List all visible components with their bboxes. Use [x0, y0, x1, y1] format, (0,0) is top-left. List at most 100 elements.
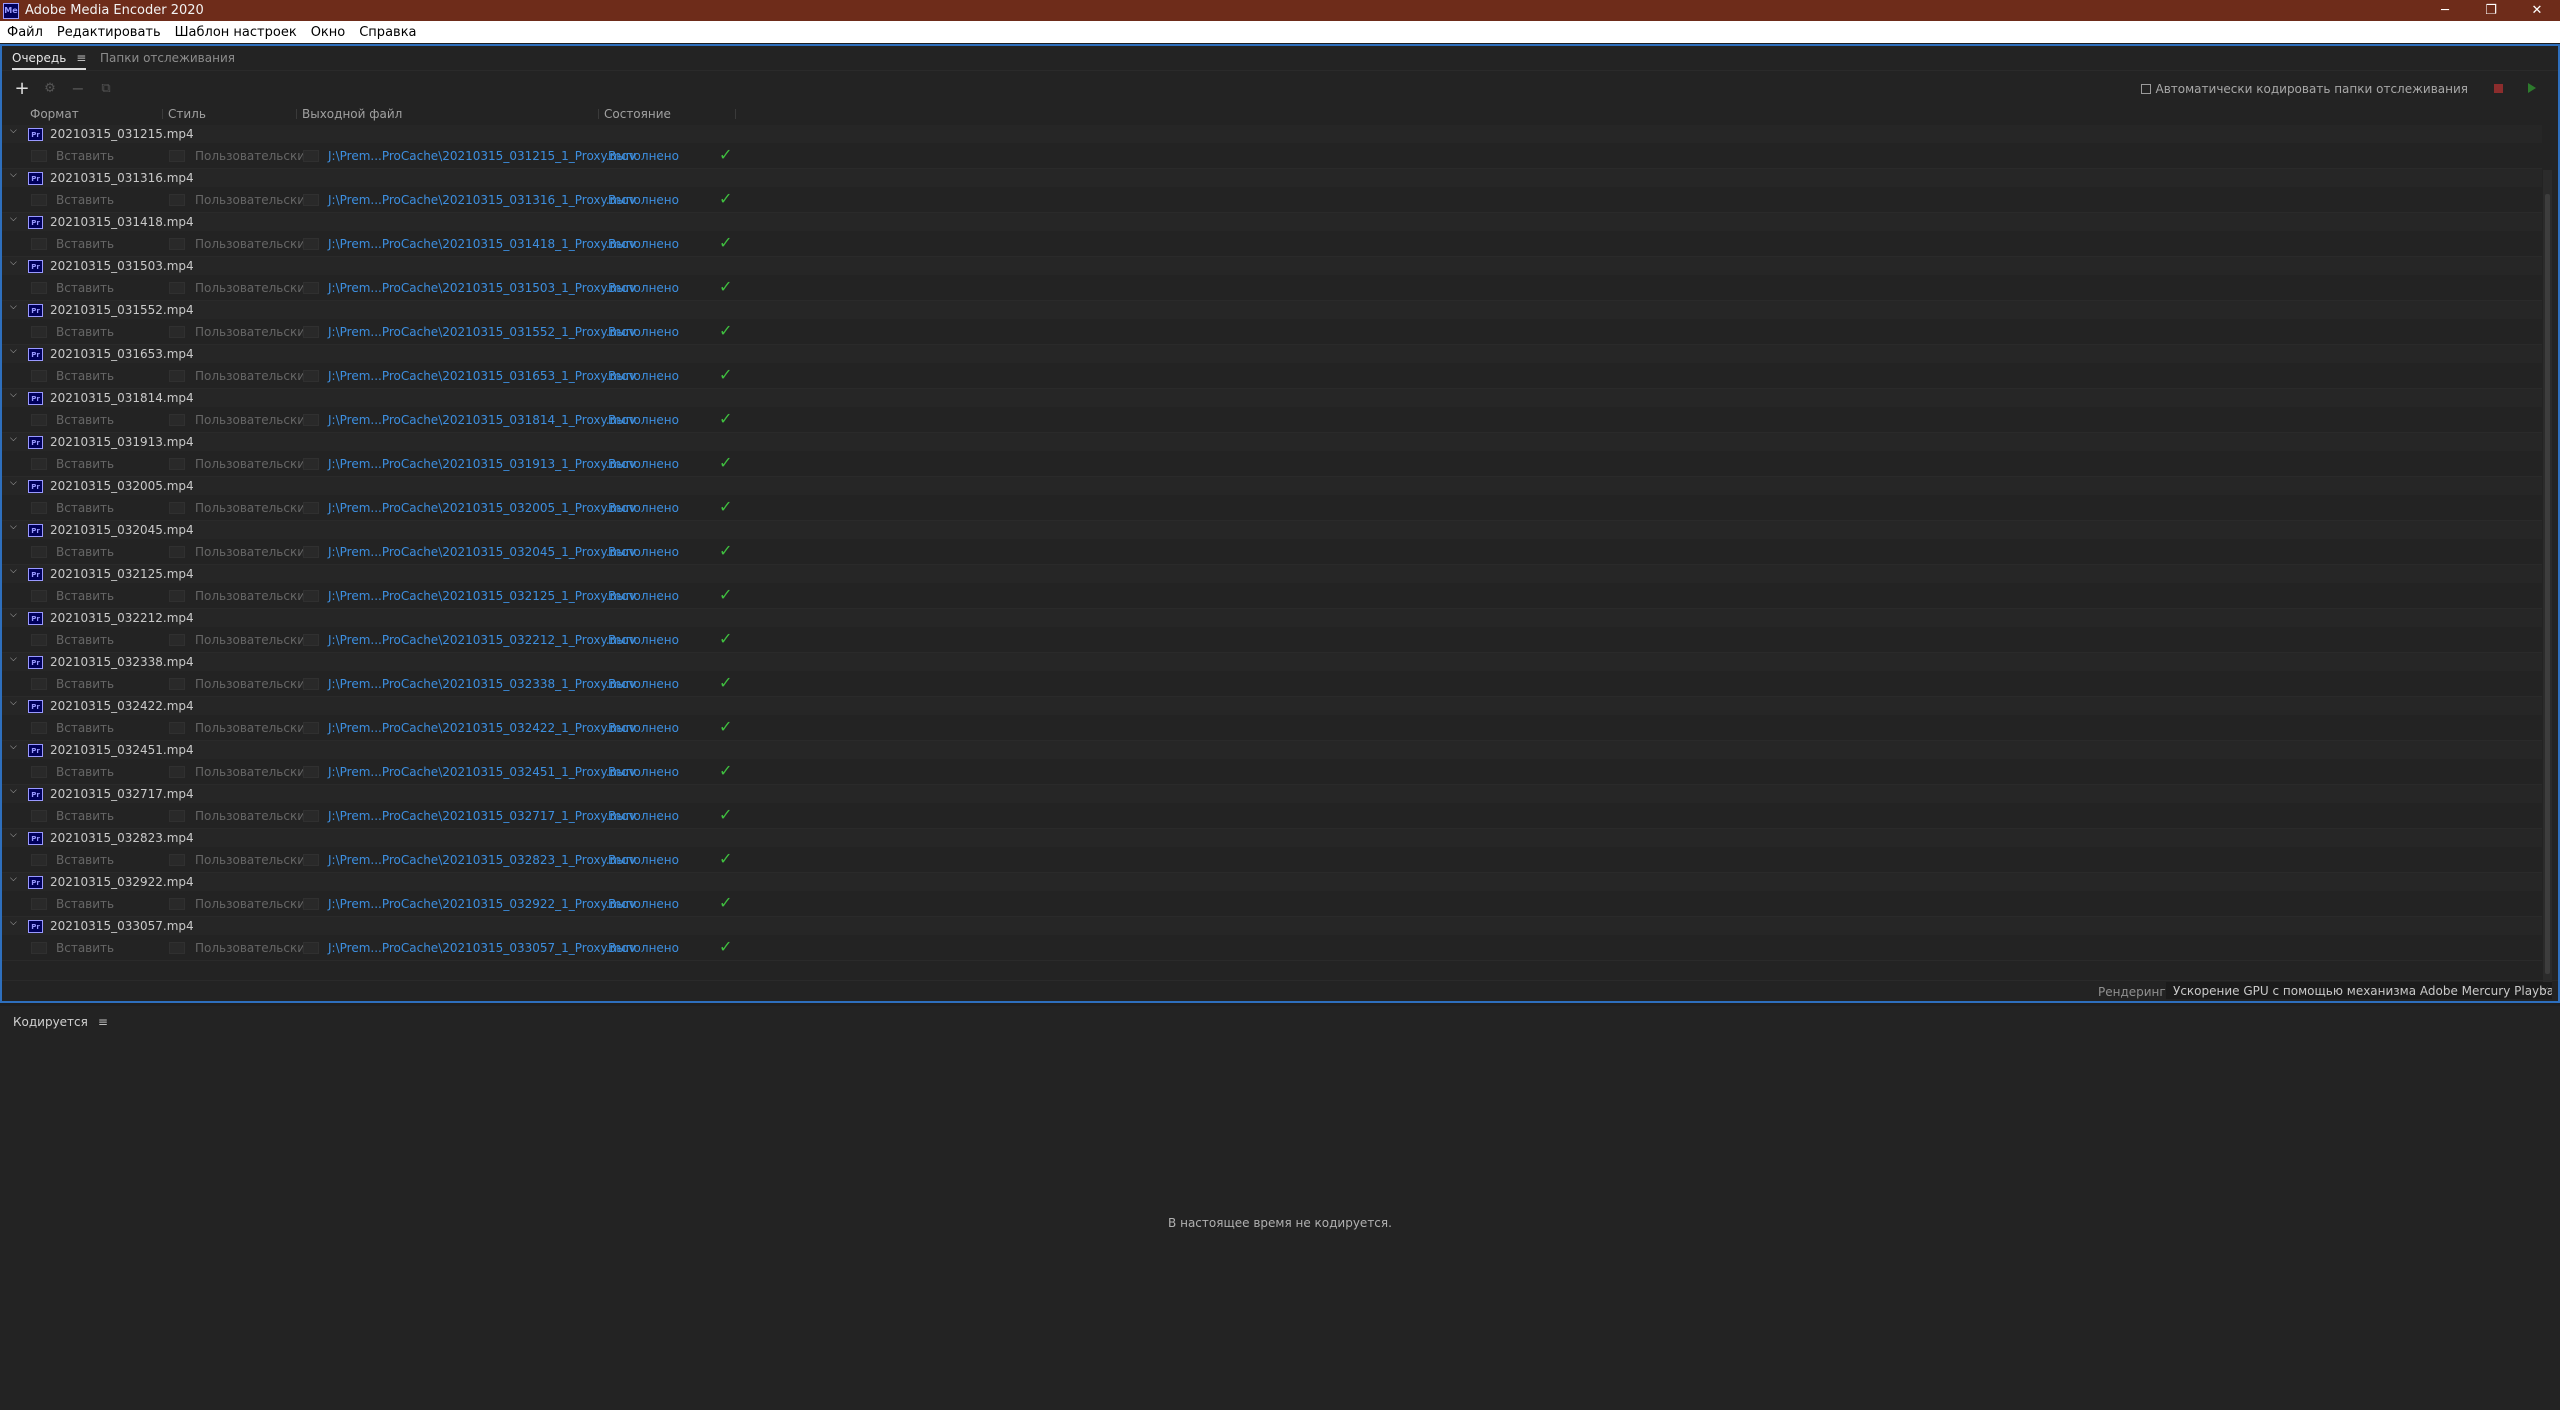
source-row[interactable]: ⌵ Pr 20210315_031503.mp4 — [2, 257, 2542, 275]
panel-menu-icon[interactable]: ≡ — [98, 1015, 108, 1029]
tab-watch-folders[interactable]: Папки отслеживания — [100, 51, 235, 65]
source-row[interactable]: ⌵ Pr 20210315_032338.mp4 — [2, 653, 2542, 671]
source-row[interactable]: ⌵ Pr 20210315_032717.mp4 — [2, 785, 2542, 803]
chevron-down-icon[interactable]: ⌵ — [10, 610, 17, 620]
output-row[interactable]: Вставить Пользовательский J:\Prem...ProCac… — [2, 275, 2542, 301]
queue-item[interactable]: ⌵ Pr 20210315_032451.mp4 Вставить Пользовате… — [2, 741, 2542, 785]
column-divider[interactable] — [162, 109, 163, 119]
chevron-down-icon[interactable]: ⌵ — [10, 214, 17, 224]
renderer-dropdown[interactable]: Ускорение GPU с помощью механизма Adobe … — [2166, 982, 2552, 999]
chevron-down-icon[interactable]: ⌵ — [10, 126, 17, 136]
duplicate-icon[interactable]: ⧉ — [96, 78, 116, 98]
chevron-down-icon[interactable]: ⌵ — [10, 522, 17, 532]
auto-encode-checkbox[interactable] — [2140, 84, 2151, 94]
column-header-format[interactable]: Формат — [30, 107, 79, 121]
output-file-link[interactable]: J:\Prem...ProCache\20210315_032422_1_Pro… — [328, 721, 636, 735]
scrollbar-thumb[interactable] — [2545, 194, 2550, 974]
output-row[interactable]: Вставить Пользовательский J:\Prem...ProCac… — [2, 583, 2542, 609]
output-file-link[interactable]: J:\Prem...ProCache\20210315_031814_1_Pro… — [328, 413, 636, 427]
queue-item[interactable]: ⌵ Pr 20210315_032717.mp4 Вставить Пользовате… — [2, 785, 2542, 829]
close-icon[interactable]: ✕ — [2514, 0, 2560, 21]
chevron-down-icon[interactable]: ⌵ — [10, 302, 17, 312]
chevron-down-icon[interactable]: ⌵ — [10, 390, 17, 400]
maximize-icon[interactable]: ❐ — [2468, 0, 2514, 21]
output-row[interactable]: Вставить Пользовательский J:\Prem...ProCac… — [2, 187, 2542, 213]
queue-item[interactable]: ⌵ Pr 20210315_031552.mp4 Вставить Пользовате… — [2, 301, 2542, 345]
output-file-link[interactable]: J:\Prem...ProCache\20210315_032823_1_Pro… — [328, 853, 636, 867]
output-row[interactable]: Вставить Пользовательский J:\Prem...ProCac… — [2, 363, 2542, 389]
auto-encode-option[interactable]: Автоматически кодировать папки отслежива… — [2140, 82, 2468, 96]
output-row[interactable]: Вставить Пользовательский J:\Prem...ProCac… — [2, 847, 2542, 873]
chevron-down-icon[interactable]: ⌵ — [10, 346, 17, 356]
column-divider[interactable] — [598, 109, 599, 119]
queue-item[interactable]: ⌵ Pr 20210315_031503.mp4 Вставить Пользовате… — [2, 257, 2542, 301]
output-file-link[interactable]: J:\Prem...ProCache\20210315_031503_1_Pro… — [328, 281, 636, 295]
output-row[interactable]: Вставить Пользовательский J:\Prem...ProCac… — [2, 143, 2542, 169]
chevron-down-icon[interactable]: ⌵ — [10, 786, 17, 796]
output-row[interactable]: Вставить Пользовательский J:\Prem...ProCac… — [2, 935, 2542, 961]
queue-item[interactable]: ⌵ Pr 20210315_031418.mp4 Вставить Пользовате… — [2, 213, 2542, 257]
chevron-down-icon[interactable]: ⌵ — [10, 830, 17, 840]
column-header-output[interactable]: Выходной файл — [302, 107, 402, 121]
output-file-link[interactable]: J:\Prem...ProCache\20210315_032212_1_Pro… — [328, 633, 636, 647]
column-divider[interactable] — [296, 109, 297, 119]
source-row[interactable]: ⌵ Pr 20210315_031814.mp4 — [2, 389, 2542, 407]
stop-queue-icon[interactable] — [2494, 84, 2503, 93]
output-file-link[interactable]: J:\Prem...ProCache\20210315_031215_1_Pro… — [328, 149, 636, 163]
chevron-down-icon[interactable]: ⌵ — [10, 434, 17, 444]
column-divider[interactable] — [735, 109, 736, 119]
output-row[interactable]: Вставить Пользовательский J:\Prem...ProCac… — [2, 891, 2542, 917]
chevron-down-icon[interactable]: ⌵ — [10, 478, 17, 488]
output-row[interactable]: Вставить Пользовательский J:\Prem...ProCac… — [2, 803, 2542, 829]
output-file-link[interactable]: J:\Prem...ProCache\20210315_032005_1_Pro… — [328, 501, 636, 515]
output-file-link[interactable]: J:\Prem...ProCache\20210315_031653_1_Pro… — [328, 369, 636, 383]
settings-icon[interactable]: ⚙ — [40, 78, 60, 98]
output-file-link[interactable]: J:\Prem...ProCache\20210315_032338_1_Pro… — [328, 677, 636, 691]
output-row[interactable]: Вставить Пользовательский J:\Prem...ProCac… — [2, 759, 2542, 785]
queue-item[interactable]: ⌵ Pr 20210315_032422.mp4 Вставить Пользовате… — [2, 697, 2542, 741]
output-file-link[interactable]: J:\Prem...ProCache\20210315_031913_1_Pro… — [328, 457, 636, 471]
output-row[interactable]: Вставить Пользовательский J:\Prem...ProCac… — [2, 715, 2542, 741]
output-row[interactable]: Вставить Пользовательский J:\Prem...ProCac… — [2, 495, 2542, 521]
queue-item[interactable]: ⌵ Pr 20210315_031316.mp4 Вставить Пользовате… — [2, 169, 2542, 213]
source-row[interactable]: ⌵ Pr 20210315_033057.mp4 — [2, 917, 2542, 935]
source-row[interactable]: ⌵ Pr 20210315_032212.mp4 — [2, 609, 2542, 627]
chevron-down-icon[interactable]: ⌵ — [10, 742, 17, 752]
output-row[interactable]: Вставить Пользовательский J:\Prem...ProCac… — [2, 231, 2542, 257]
add-source-button[interactable]: + — [12, 78, 32, 99]
queue-item[interactable]: ⌵ Pr 20210315_031215.mp4 Вставить Пользовате… — [2, 125, 2542, 169]
source-row[interactable]: ⌵ Pr 20210315_031418.mp4 — [2, 213, 2542, 231]
output-file-link[interactable]: J:\Prem...ProCache\20210315_032717_1_Pro… — [328, 809, 636, 823]
menu-help[interactable]: Справка — [352, 25, 423, 40]
output-row[interactable]: Вставить Пользовательский J:\Prem...ProCac… — [2, 539, 2542, 565]
output-file-link[interactable]: J:\Prem...ProCache\20210315_032045_1_Pro… — [328, 545, 636, 559]
chevron-down-icon[interactable]: ⌵ — [10, 698, 17, 708]
output-row[interactable]: Вставить Пользовательский J:\Prem...ProCac… — [2, 407, 2542, 433]
tab-queue[interactable]: Очередь ≡ — [12, 51, 87, 70]
source-row[interactable]: ⌵ Pr 20210315_031316.mp4 — [2, 169, 2542, 187]
queue-item[interactable]: ⌵ Pr 20210315_032045.mp4 Вставить Пользовате… — [2, 521, 2542, 565]
queue-item[interactable]: ⌵ Pr 20210315_032212.mp4 Вставить Пользовате… — [2, 609, 2542, 653]
media-encoder-app-icon[interactable]: Me — [3, 2, 19, 19]
menu-file[interactable]: Файл — [0, 25, 50, 40]
output-row[interactable]: Вставить Пользовательский J:\Prem...ProCac… — [2, 319, 2542, 345]
chevron-down-icon[interactable]: ⌵ — [10, 170, 17, 180]
remove-icon[interactable]: − — [68, 78, 88, 98]
chevron-down-icon[interactable]: ⌵ — [10, 258, 17, 268]
queue-item[interactable]: ⌵ Pr 20210315_031913.mp4 Вставить Пользовате… — [2, 433, 2542, 477]
chevron-down-icon[interactable]: ⌵ — [10, 654, 17, 664]
output-file-link[interactable]: J:\Prem...ProCache\20210315_033057_1_Pro… — [328, 941, 636, 955]
start-queue-icon[interactable] — [2528, 83, 2536, 93]
menu-window[interactable]: Окно — [304, 25, 353, 40]
menu-edit[interactable]: Редактировать — [50, 25, 168, 40]
queue-item[interactable]: ⌵ Pr 20210315_032823.mp4 Вставить Пользовате… — [2, 829, 2542, 873]
output-file-link[interactable]: J:\Prem...ProCache\20210315_032125_1_Pro… — [328, 589, 636, 603]
minimize-icon[interactable]: ─ — [2422, 0, 2468, 21]
menu-preset[interactable]: Шаблон настроек — [168, 25, 304, 40]
queue-item[interactable]: ⌵ Pr 20210315_032922.mp4 Вставить Пользовате… — [2, 873, 2542, 917]
queue-item[interactable]: ⌵ Pr 20210315_032338.mp4 Вставить Пользовате… — [2, 653, 2542, 697]
tab-encoding[interactable]: Кодируется ≡ — [13, 1015, 108, 1029]
source-row[interactable]: ⌵ Pr 20210315_032422.mp4 — [2, 697, 2542, 715]
output-row[interactable]: Вставить Пользовательский J:\Prem...ProCac… — [2, 671, 2542, 697]
output-row[interactable]: Вставить Пользовательский J:\Prem...ProCac… — [2, 451, 2542, 477]
